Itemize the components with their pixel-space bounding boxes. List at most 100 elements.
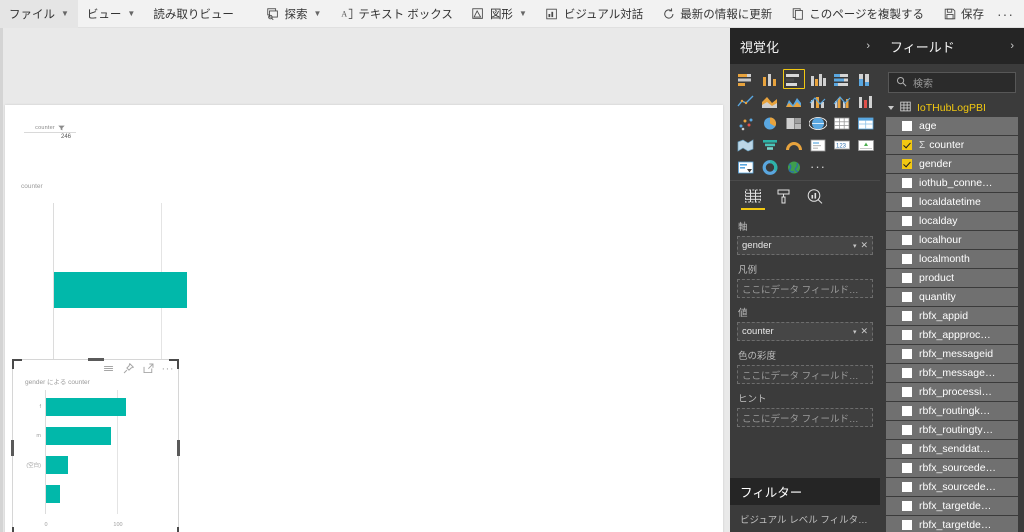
viz-stacked-column-chart-icon[interactable] — [759, 69, 781, 89]
selection-handle-top-right[interactable] — [169, 359, 179, 369]
checkbox-unchecked-icon[interactable] — [902, 444, 912, 454]
bar-f[interactable] — [46, 398, 126, 416]
filter-icon[interactable] — [58, 125, 65, 131]
viz-arcgis-map-icon[interactable] — [783, 157, 805, 177]
checkbox-checked-icon[interactable] — [902, 159, 912, 169]
field-row[interactable]: rbfx_sourcede… — [886, 459, 1018, 477]
field-row[interactable]: localdatetime — [886, 193, 1018, 211]
well-values[interactable]: counter ▾ ✕ — [737, 322, 873, 341]
checkbox-unchecked-icon[interactable] — [902, 501, 912, 511]
ribbon-reading-view[interactable]: 読み取りビュー — [144, 0, 243, 28]
viz-clustered-column-chart-icon[interactable] — [807, 69, 829, 89]
viz-table-icon[interactable] — [855, 113, 877, 133]
chevron-down-icon[interactable]: ▾ — [853, 242, 857, 250]
field-row[interactable]: product — [886, 269, 1018, 287]
checkbox-unchecked-icon[interactable] — [902, 216, 912, 226]
checkbox-unchecked-icon[interactable] — [902, 292, 912, 302]
field-row[interactable]: rbfx_processi… — [886, 383, 1018, 401]
tab-fields[interactable] — [741, 188, 765, 210]
viz-gauge-icon[interactable] — [783, 135, 805, 155]
viz-100-stacked-column-chart-icon[interactable] — [855, 69, 877, 89]
well-color-saturation[interactable]: ここにデータ フィールド… — [737, 365, 873, 384]
bar-chart-gender-counter[interactable]: ··· gender による counter f m (空白) 0 100 — [11, 358, 180, 532]
viz-card-icon[interactable] — [807, 135, 829, 155]
field-row[interactable]: rbfx_message… — [886, 364, 1018, 382]
search-input[interactable]: 検索 — [888, 72, 1016, 93]
expand-collapse-triangle-icon[interactable] — [888, 106, 894, 110]
report-page[interactable]: counter 246 counter 0 200 — [5, 105, 723, 532]
checkbox-unchecked-icon[interactable] — [902, 330, 912, 340]
ribbon-menu-view[interactable]: ビュー ▼ — [78, 0, 144, 28]
ribbon-menu-file[interactable]: ファイル ▼ — [0, 0, 78, 28]
viz-treemap-icon[interactable] — [783, 113, 805, 133]
viz-scatter-chart-icon[interactable] — [735, 113, 757, 133]
viz-100-stacked-bar-chart-icon[interactable] — [831, 69, 853, 89]
viz-line-stacked-column-chart-icon[interactable] — [807, 91, 829, 111]
filter-icon[interactable] — [102, 362, 115, 375]
selection-handle-right[interactable] — [177, 440, 180, 456]
field-row[interactable]: quantity — [886, 288, 1018, 306]
checkbox-checked-icon[interactable] — [902, 140, 912, 150]
field-row[interactable]: rbfx_targetde… — [886, 497, 1018, 515]
field-row[interactable]: rbfx_appid — [886, 307, 1018, 325]
close-icon[interactable]: ✕ — [860, 326, 868, 337]
checkbox-unchecked-icon[interactable] — [902, 482, 912, 492]
field-row[interactable]: rbfx_targetde… — [886, 516, 1018, 532]
checkbox-unchecked-icon[interactable] — [902, 254, 912, 264]
viz-slicer-icon[interactable] — [735, 157, 757, 177]
checkbox-unchecked-icon[interactable] — [902, 520, 912, 530]
ribbon-duplicate-page-button[interactable]: このページを複製する — [781, 0, 933, 28]
selection-handle-bottom-left[interactable] — [12, 527, 22, 532]
viz-stacked-bar-chart-icon[interactable] — [735, 69, 757, 89]
checkbox-unchecked-icon[interactable] — [902, 349, 912, 359]
checkbox-unchecked-icon[interactable] — [902, 178, 912, 188]
checkbox-unchecked-icon[interactable] — [902, 121, 912, 131]
pin-icon[interactable] — [122, 362, 135, 375]
ribbon-shapes-button[interactable]: 図形 ▼ — [462, 0, 536, 28]
bar-counter[interactable] — [54, 272, 187, 308]
field-row[interactable]: localday — [886, 212, 1018, 230]
ribbon-explore-button[interactable]: 探索 ▼ — [257, 0, 331, 28]
tab-analytics[interactable] — [806, 188, 824, 210]
viz-filled-map-icon[interactable] — [735, 135, 757, 155]
viz-line-clustered-column-chart-icon[interactable] — [831, 91, 853, 111]
field-row[interactable]: rbfx_sourcede… — [886, 478, 1018, 496]
field-row[interactable]: localhour — [886, 231, 1018, 249]
field-row[interactable]: rbfx_routingty… — [886, 421, 1018, 439]
selection-handle-top-left[interactable] — [12, 359, 22, 369]
checkbox-unchecked-icon[interactable] — [902, 235, 912, 245]
field-row[interactable]: rbfx_appproc… — [886, 326, 1018, 344]
chevron-down-icon[interactable]: ▾ — [853, 328, 857, 336]
field-row[interactable]: Σcounter — [886, 136, 1018, 154]
checkbox-unchecked-icon[interactable] — [902, 463, 912, 473]
field-row[interactable]: localmonth — [886, 250, 1018, 268]
field-row[interactable]: rbfx_messageid — [886, 345, 1018, 363]
field-row[interactable]: gender — [886, 155, 1018, 173]
selection-handle-left[interactable] — [11, 440, 14, 456]
ribbon-visual-interaction-button[interactable]: ビジュアル対話 — [536, 0, 652, 28]
viz-matrix-icon[interactable] — [831, 113, 853, 133]
checkbox-unchecked-icon[interactable] — [902, 368, 912, 378]
card-visual-counter[interactable]: counter 246 — [15, 125, 85, 161]
viz-ribbon-chart-icon[interactable] — [855, 91, 877, 111]
viz-donut-chart-icon[interactable] — [759, 157, 781, 177]
chevron-right-icon[interactable]: › — [1010, 40, 1014, 52]
viz-line-chart-icon[interactable] — [735, 91, 757, 111]
viz-kpi-icon[interactable] — [855, 135, 877, 155]
tab-format[interactable] — [775, 188, 793, 210]
viz-map-icon[interactable] — [807, 113, 829, 133]
viz-multi-row-card-icon[interactable]: 123 — [831, 135, 853, 155]
close-icon[interactable]: ✕ — [860, 240, 868, 251]
field-row[interactable]: iothub_conne… — [886, 174, 1018, 192]
viz-funnel-icon[interactable] — [759, 135, 781, 155]
bar-blank[interactable] — [46, 456, 68, 474]
selection-handle-bottom-right[interactable] — [169, 527, 179, 532]
visual-level-filters-label[interactable]: ビジュアル レベル フィルタ… — [730, 505, 880, 532]
field-row[interactable]: rbfx_senddat… — [886, 440, 1018, 458]
checkbox-unchecked-icon[interactable] — [902, 311, 912, 321]
field-row[interactable]: rbfx_routingk… — [886, 402, 1018, 420]
viz-pie-chart-icon[interactable] — [759, 113, 781, 133]
checkbox-unchecked-icon[interactable] — [902, 387, 912, 397]
well-axis[interactable]: gender ▾ ✕ — [737, 236, 873, 255]
ribbon-textbox-button[interactable]: A テキスト ボックス — [330, 0, 462, 28]
